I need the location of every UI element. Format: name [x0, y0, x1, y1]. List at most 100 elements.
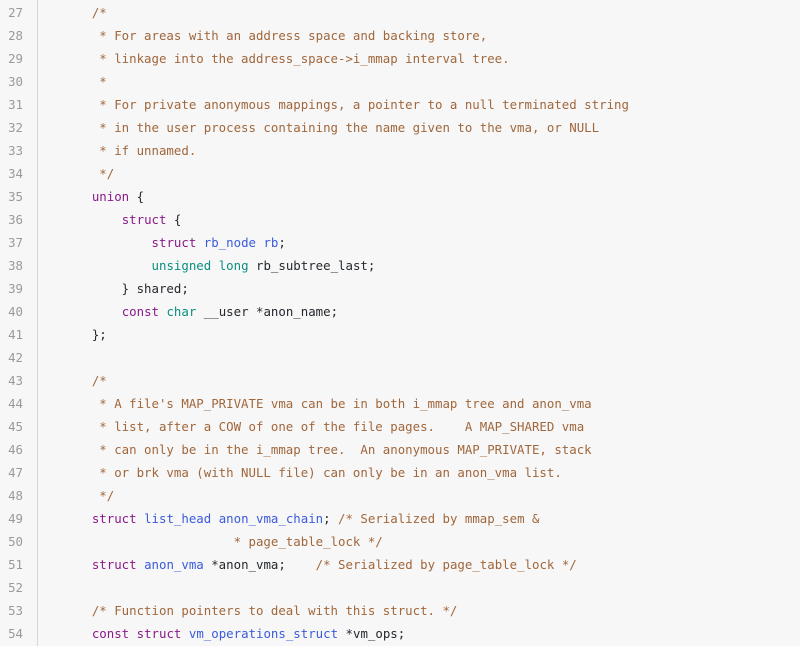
token-comment: /* Serialized by mmap_sem &: [338, 511, 540, 526]
code-line[interactable]: 30 *: [0, 70, 800, 93]
token-keyword: const: [91, 626, 130, 641]
line-number: 35: [8, 189, 23, 204]
token-punct: ;: [323, 511, 339, 526]
line-content: const struct vm_operations_struct *vm_op…: [30, 622, 800, 645]
code-line[interactable]: 43 /*: [0, 369, 800, 392]
line-content: * can only be in the i_mmap tree. An ano…: [30, 438, 800, 461]
token-comment: * linkage into the address_space->i_mmap…: [62, 51, 510, 66]
line-number: 27: [8, 5, 23, 20]
line-content: union {: [30, 185, 800, 208]
line-number: 32: [8, 120, 23, 135]
token-ident: rb: [263, 235, 279, 250]
line-number: 47: [8, 465, 23, 480]
token-punct: ;: [278, 235, 286, 250]
code-line-list: 27 /* 28 * For areas with an address spac…: [0, 0, 800, 645]
line-content: const char __user *anon_name;: [30, 300, 800, 323]
token-keyword: struct: [151, 235, 197, 250]
code-line[interactable]: 36 struct {: [0, 208, 800, 231]
code-line[interactable]: 29 * linkage into the address_space->i_m…: [0, 47, 800, 70]
token-comment: /* Serialized by page_table_lock */: [315, 557, 577, 572]
line-number: 49: [8, 511, 23, 526]
line-number: 31: [8, 97, 23, 112]
code-line[interactable]: 28 * For areas with an address space and…: [0, 24, 800, 47]
token-comment: */: [62, 488, 115, 503]
line-content: struct list_head anon_vma_chain; /* Seri…: [30, 507, 800, 530]
line-number: 30: [8, 74, 23, 89]
code-line[interactable]: 45 * list, after a COW of one of the fil…: [0, 415, 800, 438]
code-line[interactable]: 48 */: [0, 484, 800, 507]
token-keyword: struct: [91, 511, 137, 526]
line-number: 41: [8, 327, 23, 342]
token-ident: anon_vma_chain: [218, 511, 324, 526]
code-line[interactable]: 35 union {: [0, 185, 800, 208]
token-comment: * list, after a COW of one of the file p…: [62, 419, 585, 434]
code-line[interactable]: 50 * page_table_lock */: [0, 530, 800, 553]
line-content: * linkage into the address_space->i_mmap…: [30, 47, 800, 70]
line-number: 44: [8, 396, 23, 411]
code-line[interactable]: 27 /*: [0, 1, 800, 24]
line-content: struct {: [30, 208, 800, 231]
token-keyword: union: [91, 189, 130, 204]
token-comment: * if unnamed.: [62, 143, 197, 158]
code-line[interactable]: 47 * or brk vma (with NULL file) can onl…: [0, 461, 800, 484]
line-number: 39: [8, 281, 23, 296]
token-type: unsigned: [151, 258, 212, 273]
code-line[interactable]: 53 /* Function pointers to deal with thi…: [0, 599, 800, 622]
token-keyword: const: [121, 304, 159, 319]
code-line[interactable]: 39 } shared;: [0, 277, 800, 300]
code-line[interactable]: 41 };: [0, 323, 800, 346]
code-line[interactable]: 40 const char __user *anon_name;: [0, 300, 800, 323]
line-number: 28: [8, 28, 23, 43]
token-keyword: struct: [121, 212, 167, 227]
code-line[interactable]: 52: [0, 576, 800, 599]
token-comment: /*: [91, 373, 107, 388]
line-content: *: [30, 70, 800, 93]
line-number: 51: [8, 557, 23, 572]
line-content: * For areas with an address space and ba…: [30, 24, 800, 47]
code-line[interactable]: 51 struct anon_vma *anon_vma; /* Seriali…: [0, 553, 800, 576]
token-type: char: [166, 304, 197, 319]
line-number: 36: [8, 212, 23, 227]
token-plain: rb_subtree_last;: [248, 258, 376, 273]
line-number: 38: [8, 258, 23, 273]
token-comment: * can only be in the i_mmap tree. An ano…: [62, 442, 592, 457]
code-line[interactable]: 44 * A file's MAP_PRIVATE vma can be in …: [0, 392, 800, 415]
code-line[interactable]: 38 unsigned long rb_subtree_last;: [0, 254, 800, 277]
code-line[interactable]: 37 struct rb_node rb;: [0, 231, 800, 254]
code-line[interactable]: 33 * if unnamed.: [0, 139, 800, 162]
token-punct: {: [129, 189, 145, 204]
token-comment: /* Function pointers to deal with this s…: [91, 603, 458, 618]
line-content: */: [30, 162, 800, 185]
code-line[interactable]: 46 * can only be in the i_mmap tree. An …: [0, 438, 800, 461]
token-comment: * For private anonymous mappings, a poin…: [62, 97, 629, 112]
token-plain: } shared;: [62, 281, 189, 296]
line-number: 33: [8, 143, 23, 158]
code-line[interactable]: 32 * in the user process containing the …: [0, 116, 800, 139]
line-content: };: [30, 323, 800, 346]
token-comment: * in the user process containing the nam…: [62, 120, 600, 135]
line-number: 48: [8, 488, 23, 503]
token-plain: __user *anon_name;: [196, 304, 339, 319]
code-line[interactable]: 34 */: [0, 162, 800, 185]
code-line[interactable]: 49 struct list_head anon_vma_chain; /* S…: [0, 507, 800, 530]
code-line[interactable]: 42: [0, 346, 800, 369]
token-comment: * A file's MAP_PRIVATE vma can be in bot…: [62, 396, 592, 411]
line-number: 34: [8, 166, 23, 181]
code-viewer[interactable]: 27 /* 28 * For areas with an address spac…: [0, 0, 800, 646]
code-line[interactable]: 54 const struct vm_operations_struct *vm…: [0, 622, 800, 645]
token-ident: anon_vma: [144, 557, 204, 572]
token-comment: * page_table_lock */: [62, 534, 383, 549]
line-content: unsigned long rb_subtree_last;: [30, 254, 800, 277]
code-line[interactable]: 31 * For private anonymous mappings, a p…: [0, 93, 800, 116]
line-number: 46: [8, 442, 23, 457]
